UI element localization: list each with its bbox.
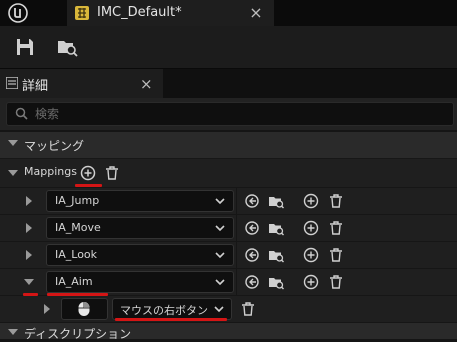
- expand-arrow-icon[interactable]: [26, 223, 32, 233]
- column-divider[interactable]: [236, 188, 237, 214]
- unreal-logo-icon[interactable]: [8, 3, 28, 23]
- collapse-arrow-icon[interactable]: [24, 279, 34, 285]
- mappings-label: Mappings: [24, 165, 77, 178]
- reset-arrow-icon[interactable]: [244, 274, 260, 290]
- details-panel-header: 詳細 ×: [0, 68, 457, 99]
- action-label: IA_Move: [55, 221, 101, 234]
- tab-close-button[interactable]: ×: [247, 4, 265, 22]
- expand-arrow-icon[interactable]: [26, 196, 32, 206]
- action-combo[interactable]: IA_Move: [46, 217, 234, 239]
- action-combo[interactable]: IA_Aim: [46, 271, 234, 293]
- add-icon[interactable]: [303, 193, 319, 209]
- add-icon[interactable]: [80, 165, 96, 181]
- key-combo[interactable]: マウスの右ボタン: [112, 298, 232, 320]
- expand-arrow-icon[interactable]: [44, 304, 50, 314]
- collapse-arrow-icon[interactable]: [8, 329, 18, 335]
- chevron-down-icon: [215, 279, 225, 286]
- column-divider[interactable]: [236, 242, 237, 268]
- category-description-label: ディスクリプション: [24, 327, 132, 341]
- mapping-row: IA_Move: [0, 215, 457, 242]
- action-label: IA_Look: [55, 248, 98, 261]
- browse-icon[interactable]: [268, 247, 284, 263]
- mappings-array-row: Mappings: [0, 159, 457, 188]
- trash-icon[interactable]: [104, 165, 120, 181]
- trash-icon[interactable]: [328, 220, 344, 236]
- collapse-arrow-icon[interactable]: [8, 140, 18, 146]
- chevron-down-icon: [215, 198, 225, 205]
- category-description[interactable]: ディスクリプション: [0, 323, 457, 341]
- mouse-icon: [78, 302, 90, 316]
- search-input[interactable]: [35, 105, 435, 123]
- input-mapping-asset-icon: [75, 6, 89, 20]
- trash-icon[interactable]: [328, 274, 344, 290]
- add-icon[interactable]: [303, 220, 319, 236]
- mapping-row: IA_Aim: [0, 269, 457, 296]
- column-divider[interactable]: [236, 269, 237, 295]
- browse-icon[interactable]: [268, 193, 284, 209]
- chevron-down-icon: [215, 252, 225, 259]
- search-icon: [15, 107, 28, 120]
- reset-arrow-icon[interactable]: [244, 220, 260, 236]
- mapping-row: IA_Jump: [0, 188, 457, 215]
- mappings-collapse-arrow-icon[interactable]: [8, 170, 18, 176]
- trash-icon[interactable]: [240, 301, 256, 317]
- save-icon[interactable]: [14, 36, 36, 58]
- browse-icon[interactable]: [268, 220, 284, 236]
- details-tab[interactable]: 詳細 ×: [0, 69, 163, 99]
- chevron-down-icon: [215, 225, 225, 232]
- key-mapping-row: マウスの右ボタン: [0, 296, 457, 323]
- add-icon[interactable]: [303, 247, 319, 263]
- trash-icon[interactable]: [328, 247, 344, 263]
- toolbar: [0, 26, 457, 68]
- reset-arrow-icon[interactable]: [244, 247, 260, 263]
- asset-tab[interactable]: IMC_Default* ×: [67, 0, 274, 26]
- key-label: マウスの右ボタン: [120, 304, 208, 317]
- mapping-row: IA_Look: [0, 242, 457, 269]
- action-combo[interactable]: IA_Look: [46, 244, 234, 266]
- chevron-down-icon: [214, 306, 224, 313]
- category-mapping-label: マッピング: [24, 139, 85, 153]
- expand-arrow-icon[interactable]: [26, 250, 32, 260]
- annotation-underline: [75, 184, 102, 187]
- details-icon: [6, 77, 18, 89]
- tab-title: IMC_Default*: [97, 5, 182, 20]
- action-combo[interactable]: IA_Jump: [46, 190, 234, 212]
- reset-arrow-icon[interactable]: [244, 193, 260, 209]
- search-box: [6, 102, 454, 126]
- browse-icon[interactable]: [268, 274, 284, 290]
- action-label: IA_Jump: [55, 194, 100, 207]
- add-icon[interactable]: [303, 274, 319, 290]
- annotation-underline: [115, 318, 227, 321]
- details-title: 詳細: [22, 79, 49, 94]
- browse-asset-icon[interactable]: [56, 36, 78, 58]
- column-divider[interactable]: [236, 215, 237, 241]
- search-area: [0, 98, 457, 130]
- category-mapping[interactable]: マッピング: [0, 132, 457, 159]
- title-bar: IMC_Default* ×: [0, 0, 457, 26]
- key-selector-button[interactable]: [61, 298, 108, 320]
- action-label: IA_Aim: [55, 275, 93, 288]
- details-close-button[interactable]: ×: [140, 75, 153, 93]
- trash-icon[interactable]: [328, 193, 344, 209]
